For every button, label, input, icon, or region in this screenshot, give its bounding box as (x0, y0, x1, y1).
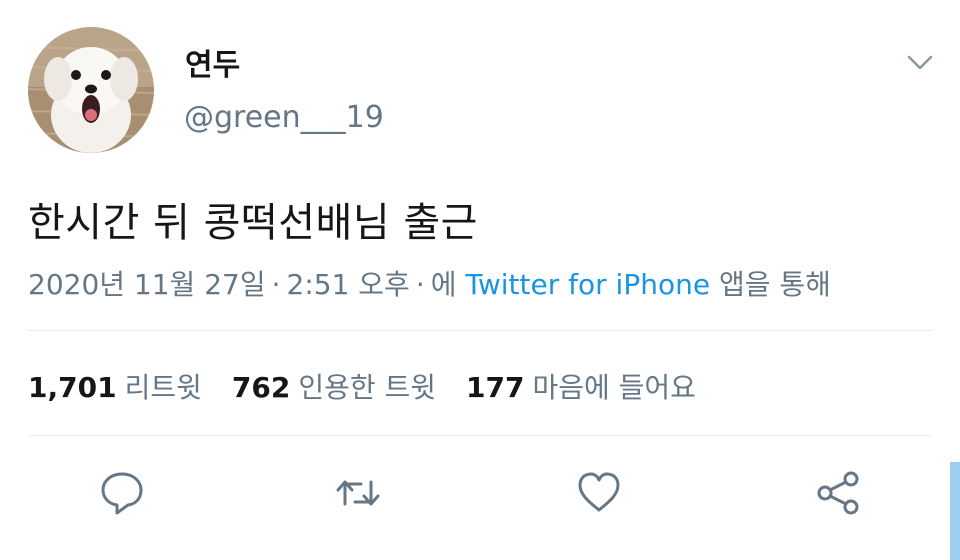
retweet-button[interactable] (333, 468, 383, 518)
divider (28, 330, 932, 331)
avatar[interactable] (28, 27, 154, 153)
like-button[interactable] (574, 468, 624, 518)
meta-separator: · (415, 268, 425, 301)
reply-icon (101, 472, 143, 515)
reply-button[interactable] (97, 468, 147, 518)
likes-label: 마음에 들어요 (532, 371, 696, 404)
share-icon (817, 471, 859, 515)
retweets-count: 1,701 (28, 371, 117, 404)
source-suffix: 앱을 통해 (718, 268, 831, 301)
retweet-icon (336, 480, 380, 506)
quote-tweets-count: 762 (231, 371, 291, 404)
tweet-text: 한시간 뒤 콩떡선배님 출근 (28, 200, 478, 246)
chevron-down-icon[interactable] (900, 46, 940, 78)
source-prefix: 에 (430, 268, 457, 301)
tweet-metadata: 2020년 11월 27일 · 2:51 오후 · 에 Twitter for iPho… (28, 263, 831, 303)
share-button[interactable] (813, 468, 863, 518)
likes-count: 177 (466, 371, 525, 404)
tweet-date[interactable]: 2020년 11월 27일 (28, 268, 266, 301)
scrollbar-thumb[interactable] (950, 462, 960, 560)
engagement-stats: 1,701 리트윗 762 인용한 트윗 177 마음에 들어요 (28, 366, 726, 406)
source-link[interactable]: Twitter for iPhone (465, 268, 710, 301)
heart-icon (578, 472, 620, 512)
divider (28, 435, 932, 436)
quote-tweets-label: 인용한 트윗 (298, 371, 437, 404)
user-handle[interactable]: @green___19 (184, 100, 384, 135)
tweet-card: 연두 @green___19 한시간 뒤 콩떡선배님 출근 2020년 11월 … (0, 0, 960, 560)
quote-tweets-stat[interactable]: 762 인용한 트윗 (232, 366, 436, 406)
likes-stat[interactable]: 177 마음에 들어요 (466, 366, 696, 406)
meta-separator: · (271, 268, 281, 301)
puppy-avatar-image (28, 27, 154, 153)
retweets-stat[interactable]: 1,701 리트윗 (28, 366, 202, 406)
tweet-time[interactable]: 2:51 오후 (287, 268, 410, 301)
display-name[interactable]: 연두 (185, 40, 240, 84)
retweets-label: 리트윗 (124, 371, 202, 404)
